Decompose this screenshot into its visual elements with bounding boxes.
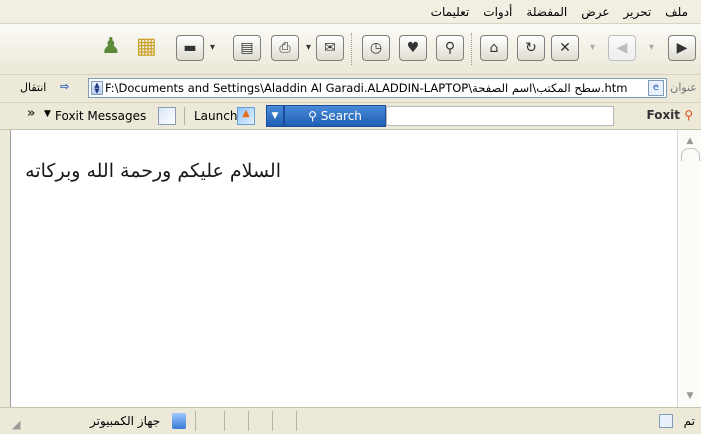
address-label: عنوان [670, 81, 697, 94]
history-button[interactable]: ◷ [362, 35, 390, 61]
menu-bar: ملف تحرير عرض المفضلة أدوات تعليمات [0, 0, 701, 24]
research-button[interactable]: ▦ [136, 34, 157, 60]
foxit-logo-text: Foxit [646, 108, 681, 122]
launch-button[interactable]: Launch [194, 109, 237, 123]
status-divider [195, 411, 196, 431]
forward-arrow-icon: ◀ [616, 40, 628, 56]
vertical-scrollbar[interactable]: ▲ ▼ [677, 130, 701, 407]
clock-icon: ◷ [369, 40, 383, 56]
address-field[interactable]: ▲ ▼ F:\Documents and Settings\Aladdin Al … [88, 78, 667, 98]
resize-grip-icon[interactable]: ◢ [12, 418, 20, 431]
comment-icon: ▬ [183, 40, 197, 56]
favorites-button[interactable]: ♥ [399, 35, 427, 61]
menu-file[interactable]: ملف [665, 5, 688, 19]
address-dropdown-icon[interactable]: ▲ ▼ [91, 81, 103, 95]
foxit-logo[interactable]: Foxit ⚲ [646, 108, 693, 122]
messenger-button[interactable]: ♟ [101, 34, 121, 60]
status-divider [248, 411, 249, 431]
edit-button[interactable]: ▤ [233, 35, 261, 61]
scroll-up-icon[interactable]: ▲ [683, 134, 697, 148]
page-done-icon [659, 414, 673, 428]
toolbar: ▶ ▾ ◀ ▾ ✕ ↻ ⌂ ⚲ ♥ ◷ ✉ ▾ ⎙ ▤ ▬ ▾ ▦ ♟ [0, 24, 701, 75]
stop-button[interactable]: ✕ [551, 35, 579, 61]
menu-view[interactable]: عرض [581, 5, 609, 19]
address-bar: عنوان ▲ ▼ F:\Documents and Settings\Aladd… [0, 75, 701, 103]
search-button[interactable]: ⚲ [436, 35, 464, 61]
scroll-thumb[interactable] [681, 148, 700, 161]
foxit-search-dropdown-icon[interactable]: ▼ [266, 105, 284, 127]
discuss-dropdown-icon[interactable]: ▾ [210, 42, 215, 53]
browser-window: ملف تحرير عرض المفضلة أدوات تعليمات ▶ ▾ … [0, 0, 701, 434]
mail-icon: ✉ [324, 40, 336, 56]
status-divider [272, 411, 273, 431]
toolbar-separator [471, 33, 473, 65]
heart-icon: ♥ [406, 40, 420, 56]
status-divider [224, 411, 225, 431]
back-arrow-icon: ▶ [676, 40, 688, 56]
back-button[interactable]: ▶ [668, 35, 696, 61]
foxit-logo-icon: ⚲ [680, 108, 693, 122]
scroll-down-icon[interactable]: ▼ [683, 389, 697, 403]
refresh-icon: ↻ [525, 40, 537, 56]
foxit-toolbar: Foxit ⚲ ⚲ Search ▼ ▲ Launch Foxit Messag… [0, 103, 701, 130]
foxit-messages-button[interactable]: Foxit Messages [55, 109, 146, 123]
menu-help[interactable]: تعليمات [431, 5, 470, 19]
magnifier-icon: ⚲ [308, 109, 321, 123]
menu-favorites[interactable]: المفضلة [526, 5, 567, 19]
forward-button[interactable]: ◀ [608, 35, 636, 61]
discuss-button[interactable]: ▬ [176, 35, 204, 61]
back-dropdown-icon[interactable]: ▾ [649, 42, 654, 53]
foxit-search-label: Search [320, 109, 362, 123]
computer-zone-icon [172, 413, 186, 429]
status-bar: تم جهاز الكمبيوتر ◢ [0, 407, 701, 434]
search-icon: ⚲ [444, 40, 456, 56]
address-value: F:\Documents and Settings\Aladdin Al Gar… [105, 81, 628, 95]
edit-icon: ▤ [240, 40, 254, 56]
toolbar-chevron-icon[interactable]: » [27, 106, 35, 121]
page-icon: e [648, 80, 664, 96]
messenger-icon: ♟ [101, 34, 121, 59]
toolbar-separator [351, 33, 353, 65]
zone-label: جهاز الكمبيوتر [90, 414, 161, 428]
messages-icon[interactable] [158, 107, 176, 125]
go-button[interactable]: انتقال [20, 81, 46, 94]
launch-icon[interactable]: ▲ [237, 107, 255, 125]
research-icon: ▦ [136, 34, 157, 59]
foxit-search-input[interactable] [386, 106, 614, 126]
foxit-separator [184, 107, 185, 125]
status-text: تم [683, 414, 695, 428]
messages-dropdown-icon[interactable]: ▼ [44, 109, 51, 119]
menu-tools[interactable]: أدوات [483, 5, 512, 19]
print-button[interactable]: ⎙ [271, 35, 299, 61]
refresh-button[interactable]: ↻ [517, 35, 545, 61]
home-button[interactable]: ⌂ [480, 35, 508, 61]
mail-dropdown-icon[interactable]: ▾ [306, 42, 311, 53]
printer-icon: ⎙ [279, 40, 291, 56]
page-content: السلام عليكم ورحمة الله وبركاته [10, 130, 677, 407]
menu-edit[interactable]: تحرير [624, 5, 652, 19]
go-arrow-icon[interactable]: ⇨ [60, 80, 69, 93]
page-text: السلام عليكم ورحمة الله وبركاته [25, 160, 281, 182]
status-divider [296, 411, 297, 431]
foxit-search-button[interactable]: ⚲ Search [284, 105, 386, 127]
mail-button[interactable]: ✉ [316, 35, 344, 61]
stop-icon: ✕ [559, 40, 571, 56]
forward-dropdown-icon[interactable]: ▾ [590, 42, 595, 53]
home-icon: ⌂ [489, 40, 499, 56]
